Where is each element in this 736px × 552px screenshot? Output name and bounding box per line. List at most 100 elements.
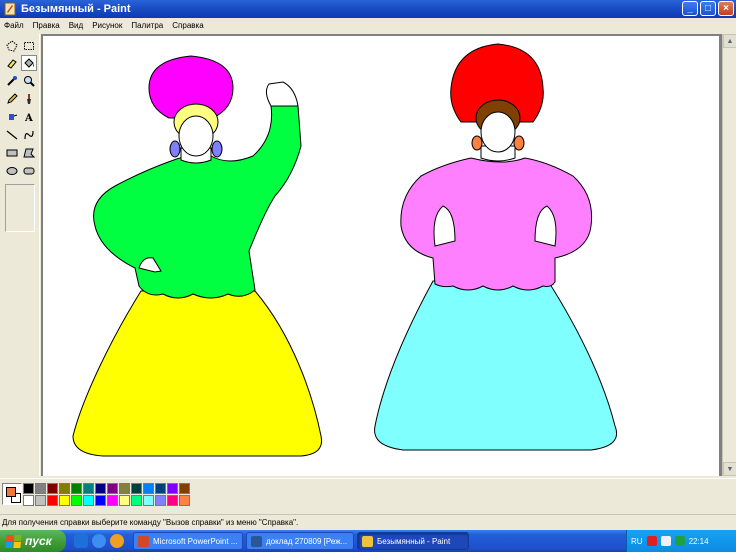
menu-edit[interactable]: Правка <box>29 21 65 30</box>
status-help-text: Для получения справки выберите команду "… <box>2 518 299 527</box>
palette-swatch[interactable] <box>167 483 178 494</box>
palette-swatch[interactable] <box>47 483 58 494</box>
system-tray: RU 22:14 <box>626 530 736 552</box>
palette-swatch[interactable] <box>143 495 154 506</box>
scroll-up-icon[interactable]: ▲ <box>723 34 736 48</box>
clock: 22:14 <box>688 536 709 546</box>
menu-image[interactable]: Рисунок <box>88 21 127 30</box>
media-player-icon[interactable] <box>110 534 124 548</box>
magnifier-icon[interactable] <box>21 73 37 89</box>
menu-help[interactable]: Справка <box>168 21 208 30</box>
palette-swatch[interactable] <box>47 495 58 506</box>
status-bar: Для получения справки выберите команду "… <box>0 514 736 530</box>
taskbar-word[interactable]: доклад 270809 [Реж... <box>246 532 354 550</box>
right-figure <box>374 43 617 451</box>
close-button[interactable]: × <box>718 1 734 16</box>
taskbar-powerpoint-label: Microsoft PowerPoint ... <box>153 536 238 546</box>
drawing-canvas[interactable] <box>43 36 719 476</box>
right-face <box>480 111 516 153</box>
brush-icon[interactable] <box>21 91 37 107</box>
fill-bucket-icon[interactable] <box>21 55 37 71</box>
palette-swatch[interactable] <box>119 483 130 494</box>
palette-swatch[interactable] <box>35 483 46 494</box>
toolbox: A <box>0 34 40 476</box>
rect-select-icon[interactable] <box>21 38 37 54</box>
palette-swatch[interactable] <box>107 495 118 506</box>
quick-launch <box>66 534 130 548</box>
left-face <box>178 115 214 157</box>
color-palette <box>23 483 190 506</box>
palette-swatch[interactable] <box>155 495 166 506</box>
palette-swatch[interactable] <box>59 483 70 494</box>
windows-logo-icon <box>5 534 22 548</box>
start-button[interactable]: пуск <box>0 530 66 552</box>
language-indicator[interactable]: RU <box>631 537 643 546</box>
palette-swatch[interactable] <box>131 495 142 506</box>
eraser-icon[interactable] <box>4 55 20 71</box>
scroll-down-icon[interactable]: ▼ <box>723 462 736 476</box>
palette-swatch[interactable] <box>23 495 34 506</box>
antivirus-icon[interactable] <box>646 536 657 546</box>
tool-options-box[interactable] <box>5 184 35 232</box>
taskbar: пуск Microsoft PowerPoint ... доклад 270… <box>0 530 736 552</box>
palette-swatch[interactable] <box>71 483 82 494</box>
palette-swatch[interactable] <box>131 483 142 494</box>
taskbar-powerpoint[interactable]: Microsoft PowerPoint ... <box>133 532 243 550</box>
color-picker-icon[interactable] <box>4 73 20 89</box>
left-hand <box>265 81 299 107</box>
palette-swatch[interactable] <box>119 495 130 506</box>
palette-swatch[interactable] <box>179 483 190 494</box>
volume-icon[interactable] <box>674 536 685 546</box>
menu-palette[interactable]: Палитра <box>127 21 168 30</box>
rounded-rect-icon[interactable] <box>21 163 37 179</box>
airbrush-icon[interactable] <box>4 109 20 125</box>
maximize-button[interactable]: □ <box>700 1 716 16</box>
taskbar-paint[interactable]: Безымянный - Paint <box>357 532 469 550</box>
desktop-icon[interactable] <box>74 534 88 548</box>
minimize-button[interactable]: _ <box>682 1 698 16</box>
taskbar-paint-label: Безымянный - Paint <box>377 536 451 546</box>
palette-swatch[interactable] <box>143 483 154 494</box>
left-skirt <box>72 290 323 457</box>
palette-swatch[interactable] <box>95 483 106 494</box>
palette-swatch[interactable] <box>83 483 94 494</box>
left-earring-right <box>211 140 223 158</box>
menu-file[interactable]: Файл <box>0 21 29 30</box>
palette-swatch[interactable] <box>179 495 190 506</box>
svg-text:A: A <box>24 113 33 123</box>
right-blouse <box>400 157 593 291</box>
ellipse-icon[interactable] <box>4 163 20 179</box>
network-icon[interactable] <box>660 536 671 546</box>
palette-swatch[interactable] <box>23 483 34 494</box>
menu-view[interactable]: Вид <box>65 21 88 30</box>
palette-swatch[interactable] <box>107 483 118 494</box>
palette-swatch[interactable] <box>59 495 70 506</box>
palette-swatch[interactable] <box>167 495 178 506</box>
palette-swatch[interactable] <box>155 483 166 494</box>
curve-icon[interactable] <box>21 127 37 143</box>
right-earring-right <box>513 135 525 151</box>
text-icon[interactable]: A <box>21 109 37 125</box>
free-select-icon[interactable] <box>4 38 20 54</box>
title-bar[interactable]: Безымянный - Paint _ □ × <box>0 0 736 18</box>
pencil-icon[interactable] <box>4 91 20 107</box>
vertical-scrollbar[interactable]: ▲ ▼ <box>722 34 736 476</box>
palette-swatch[interactable] <box>83 495 94 506</box>
window-title: Безымянный - Paint <box>21 3 131 15</box>
palette-swatch[interactable] <box>71 495 82 506</box>
left-figure <box>72 55 323 457</box>
palette-swatch[interactable] <box>35 495 46 506</box>
word-icon <box>251 535 262 547</box>
rectangle-icon[interactable] <box>4 145 20 161</box>
right-skirt <box>374 280 617 451</box>
ie-icon[interactable] <box>92 534 106 548</box>
line-icon[interactable] <box>4 127 20 143</box>
foreground-color <box>6 487 16 497</box>
paint-window: Безымянный - Paint _ □ × Файл Правка Вид… <box>0 0 736 530</box>
paint-app-icon <box>4 2 16 16</box>
left-earring-left <box>169 140 181 158</box>
menu-bar: Файл Правка Вид Рисунок Палитра Справка <box>0 18 736 32</box>
polygon-icon[interactable] <box>21 145 37 161</box>
palette-swatch[interactable] <box>95 495 106 506</box>
start-label: пуск <box>25 534 52 548</box>
